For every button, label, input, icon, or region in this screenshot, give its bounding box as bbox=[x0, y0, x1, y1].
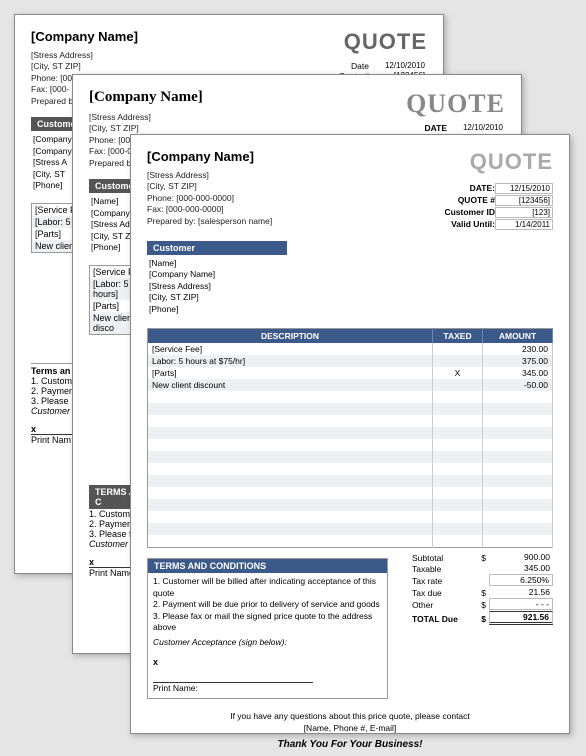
quote-heading: QUOTE bbox=[425, 149, 553, 175]
line-items-table: DESCRIPTION TAXED AMOUNT [Service Fee] 23… bbox=[147, 328, 553, 548]
meta-label-valid: Valid Until: bbox=[425, 219, 495, 231]
th-taxed: TAXED bbox=[433, 329, 483, 344]
address-city: [City, ST ZIP] bbox=[147, 181, 272, 192]
table-row: Labor: 5 hours at $75/hr] 375.00 bbox=[148, 355, 553, 367]
table-row-blank bbox=[148, 439, 553, 451]
taxrate-label: Tax rate bbox=[412, 576, 472, 586]
table-row: [Service Fee] 230.00 bbox=[148, 343, 553, 355]
item-desc: New client discount bbox=[148, 379, 433, 391]
table-row-blank bbox=[148, 511, 553, 523]
item-amount: -50.00 bbox=[483, 379, 553, 391]
total-label: TOTAL Due bbox=[412, 614, 472, 624]
table-row: New client discount -50.00 bbox=[148, 379, 553, 391]
meta-value-quoteno: [123456] bbox=[495, 195, 553, 206]
address-fax: Fax: [000-000-0000] bbox=[147, 204, 272, 215]
meta-label-custid: Customer ID bbox=[425, 207, 495, 219]
acceptance-text: Customer Acceptance (sign below): bbox=[153, 637, 382, 648]
meta-value-custid: [123] bbox=[495, 207, 553, 218]
taxable-value: 345.00 bbox=[489, 563, 553, 573]
term-line: 3. Please fax or mail the signed price q… bbox=[153, 611, 382, 634]
total-value: 921.56 bbox=[489, 611, 553, 625]
x-mark: x bbox=[153, 656, 382, 668]
taxdue-value: 21.56 bbox=[489, 587, 553, 597]
address-street: [Stress Address] bbox=[89, 112, 203, 123]
meta-value-valid: 1/14/2011 bbox=[495, 219, 553, 230]
address-prepared: Prepared by: [salesperson name] bbox=[147, 216, 272, 227]
customer-header: Customer bbox=[147, 241, 287, 255]
address-phone: Phone: [000-000-0000] bbox=[147, 193, 272, 204]
footer: If you have any questions about this pri… bbox=[147, 711, 553, 752]
quote-heading: QUOTE bbox=[377, 89, 505, 119]
print-name-label: Print Name: bbox=[153, 683, 382, 694]
totals-block: Subtotal$900.00 Taxable 345.00 Tax rate 6.… bbox=[398, 552, 553, 626]
table-row-blank bbox=[148, 499, 553, 511]
item-amount: 375.00 bbox=[483, 355, 553, 367]
company-name: [Company Name] bbox=[147, 149, 272, 164]
footer-contact: [Name, Phone #, E-mail] bbox=[147, 723, 553, 735]
meta-label-date: DATE: bbox=[425, 183, 495, 195]
table-row: [Parts]X345.00 bbox=[148, 367, 553, 379]
table-row-blank bbox=[148, 487, 553, 499]
taxable-label: Taxable bbox=[412, 564, 472, 574]
quote-template-front: [Company Name] [Stress Address] [City, S… bbox=[130, 134, 570, 734]
customer-company: [Company Name] bbox=[149, 269, 551, 280]
item-amount: 345.00 bbox=[483, 367, 553, 379]
th-amount: AMOUNT bbox=[483, 329, 553, 344]
table-row-blank bbox=[148, 451, 553, 463]
th-description: DESCRIPTION bbox=[148, 329, 433, 344]
footer-line: If you have any questions about this pri… bbox=[147, 711, 553, 723]
table-row-blank bbox=[148, 427, 553, 439]
customer-city: [City, ST ZIP] bbox=[149, 292, 551, 303]
table-row-blank bbox=[148, 535, 553, 548]
meta-label: DATE bbox=[377, 123, 447, 133]
meta-label-quoteno: QUOTE # bbox=[425, 195, 495, 207]
quote-heading: QUOTE bbox=[299, 29, 427, 55]
meta-value: 12/10/2010 bbox=[369, 61, 427, 70]
meta-value-date: 12/15/2010 bbox=[495, 183, 553, 194]
subtotal-value: 900.00 bbox=[489, 552, 553, 562]
table-row-blank bbox=[148, 403, 553, 415]
meta-value: 12/10/2010 bbox=[447, 123, 505, 132]
taxrate-value: 6.250% bbox=[489, 574, 553, 586]
company-name: [Company Name] bbox=[89, 89, 203, 106]
taxdue-label: Tax due bbox=[412, 588, 472, 598]
item-desc: Labor: 5 hours at $75/hr] bbox=[148, 355, 433, 367]
company-name: [Company Name] bbox=[31, 29, 138, 44]
customer-phone: [Phone] bbox=[149, 304, 551, 315]
meta-label: Date bbox=[299, 61, 369, 71]
table-row-blank bbox=[148, 463, 553, 475]
other-label: Other bbox=[412, 600, 472, 610]
table-row-blank bbox=[148, 523, 553, 535]
table-row-blank bbox=[148, 475, 553, 487]
item-taxed bbox=[433, 379, 483, 391]
item-taxed bbox=[433, 343, 483, 355]
customer-block: [Name] [Company Name] [Stress Address] [… bbox=[147, 255, 553, 318]
item-desc: [Service Fee] bbox=[148, 343, 433, 355]
table-row-blank bbox=[148, 415, 553, 427]
item-taxed bbox=[433, 355, 483, 367]
subtotal-label: Subtotal bbox=[412, 553, 472, 563]
thank-you: Thank You For Your Business! bbox=[147, 738, 553, 752]
item-desc: [Parts] bbox=[148, 367, 433, 379]
item-taxed: X bbox=[433, 367, 483, 379]
address-street: [Stress Address] bbox=[147, 170, 272, 181]
terms-box: TERMS AND CONDITIONS 1. Customer will be… bbox=[147, 558, 388, 698]
address-street: [Stress Address] bbox=[31, 50, 138, 61]
table-row-blank bbox=[148, 391, 553, 403]
currency: $ bbox=[472, 553, 486, 563]
terms-header: TERMS AND CONDITIONS bbox=[148, 559, 387, 573]
term-line: 1. Customer will be billed after indicat… bbox=[153, 576, 382, 599]
address-city: [City, ST ZIP] bbox=[31, 61, 138, 72]
customer-name: [Name] bbox=[149, 258, 551, 269]
item-amount: 230.00 bbox=[483, 343, 553, 355]
term-line: 2. Payment will be due prior to delivery… bbox=[153, 599, 382, 610]
customer-street: [Stress Address] bbox=[149, 281, 551, 292]
other-value: - - - bbox=[489, 598, 553, 610]
